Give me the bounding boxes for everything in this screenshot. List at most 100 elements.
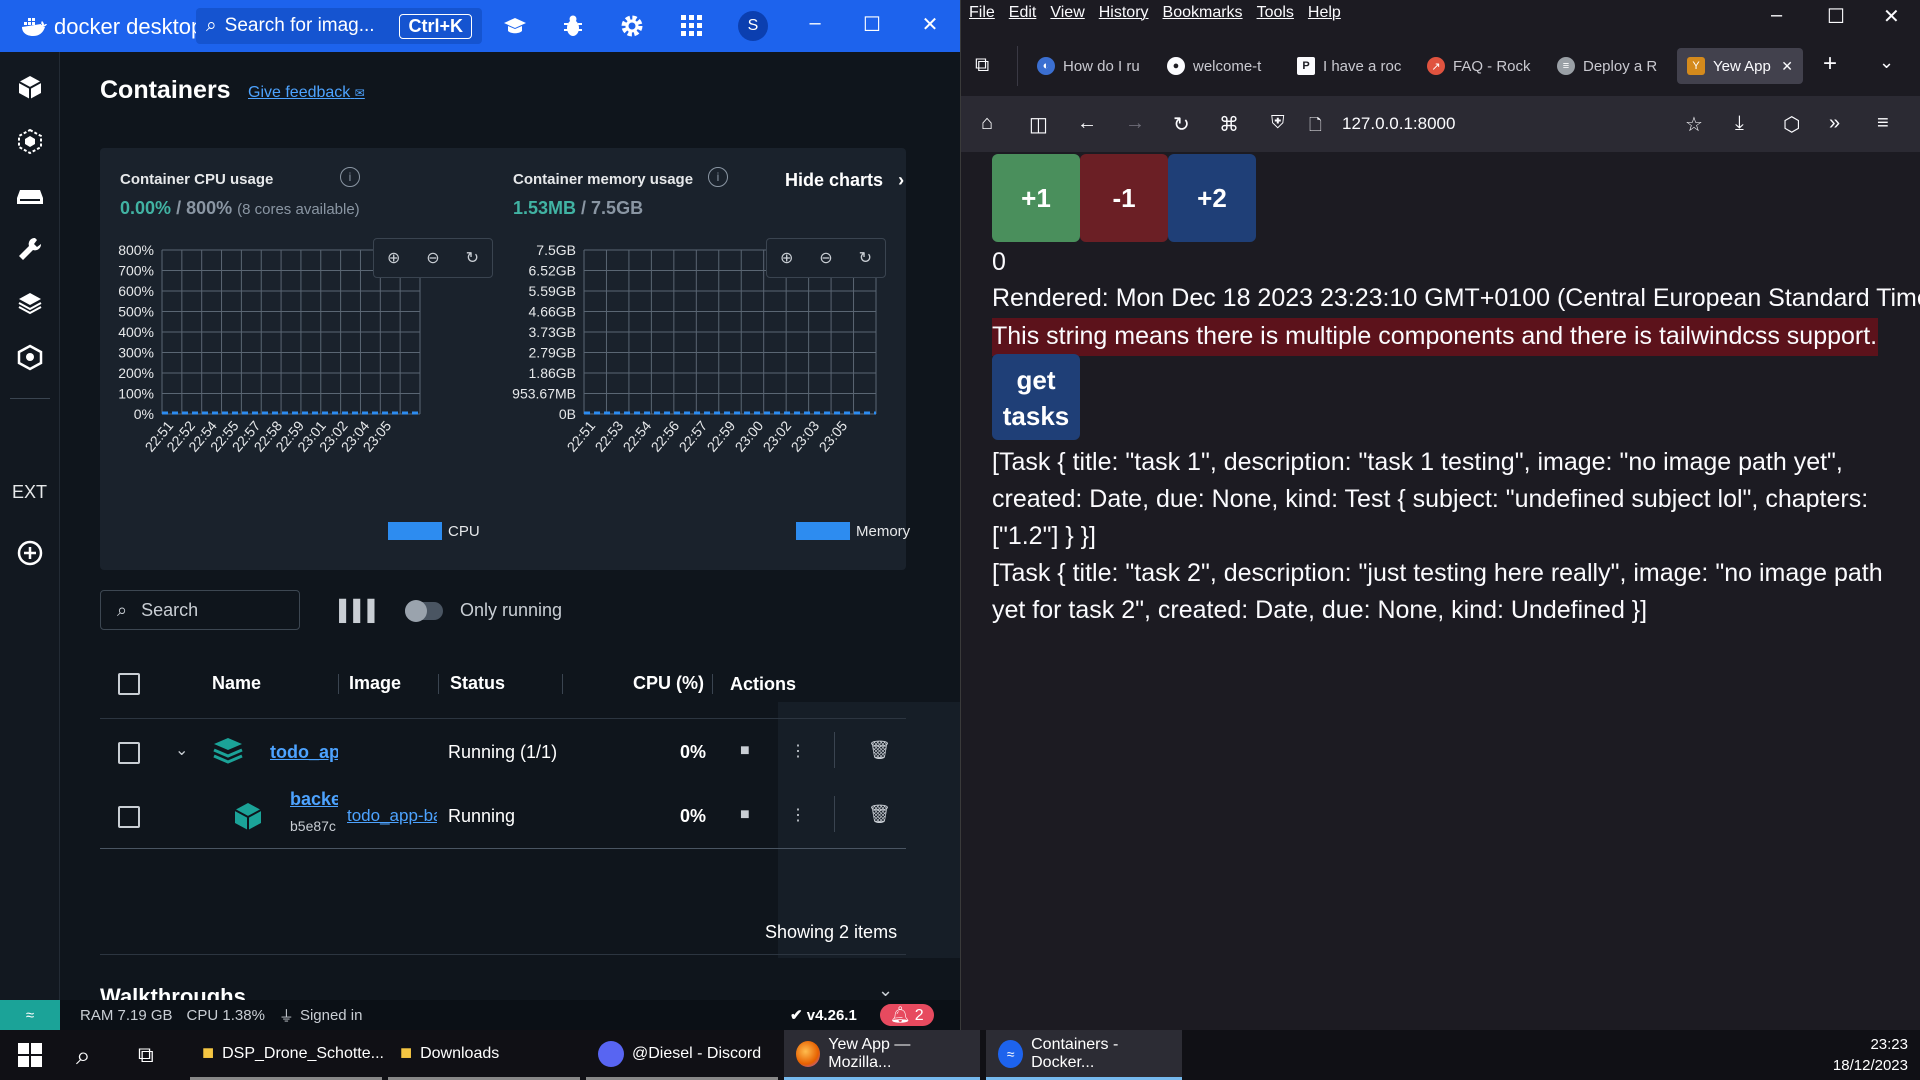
increment-2-button[interactable]: +2 — [1168, 154, 1256, 242]
sidebar-icon[interactable]: ◫ — [1029, 112, 1048, 137]
delete-trash-icon[interactable]: 🗑︎ — [868, 740, 891, 761]
columns-icon[interactable]: ▐▐▐ — [332, 600, 375, 623]
container-name-link[interactable]: backend — [290, 789, 338, 810]
extension-puzzle-icon[interactable]: ⌘ — [1219, 112, 1239, 137]
col-header-status[interactable]: Status — [450, 673, 505, 694]
zoom-in-icon[interactable]: ⊕ — [780, 248, 793, 268]
new-tab-icon[interactable]: + — [1823, 50, 1837, 78]
tab[interactable]: P I have a roc — [1287, 48, 1415, 84]
menu-help[interactable]: Help — [1308, 4, 1341, 22]
container-name-link[interactable]: todo_app — [270, 742, 338, 763]
chevron-down-icon[interactable]: ⌄ — [878, 980, 893, 1001]
row-checkbox[interactable] — [118, 806, 140, 828]
give-feedback-link[interactable]: Give feedback ✉ — [248, 84, 365, 102]
get-tasks-button[interactable]: get tasks — [992, 354, 1080, 440]
menu-view[interactable]: View — [1050, 4, 1084, 22]
menu-edit[interactable]: Edit — [1009, 4, 1037, 22]
col-header-image[interactable]: Image — [349, 673, 401, 694]
close-icon[interactable]: ✕ — [917, 12, 943, 37]
col-separator — [712, 674, 713, 694]
apps-grid-icon[interactable] — [679, 13, 705, 39]
url-bar[interactable]: 127.0.0.1:8000 — [1342, 114, 1455, 134]
overflow-chevrons-icon[interactable]: » — [1829, 112, 1840, 135]
notifications-badge[interactable]: 🔔︎ 2 — [880, 1004, 934, 1026]
tab[interactable]: ≡ Deploy a R — [1547, 48, 1675, 84]
version-label[interactable]: ✔ v4.26.1 — [790, 1006, 857, 1024]
hide-charts-button[interactable]: Hide charts › — [785, 170, 904, 191]
volumes-nav-icon[interactable] — [15, 180, 45, 210]
select-all-checkbox[interactable] — [118, 673, 140, 695]
tab[interactable]: ↗ FAQ - Rock — [1417, 48, 1545, 84]
stop-icon[interactable]: ■ — [740, 806, 750, 824]
learning-center-icon[interactable] — [502, 13, 528, 39]
tab-active[interactable]: Y Yew App ✕ — [1677, 48, 1803, 84]
maximize-icon[interactable]: ☐ — [859, 12, 885, 37]
shield-icon[interactable]: ⛨ — [1271, 112, 1285, 133]
user-avatar[interactable]: S — [738, 11, 768, 41]
col-header-name[interactable]: Name — [212, 673, 261, 694]
more-options-icon[interactable]: ⋮ — [790, 805, 806, 825]
builds-nav-icon[interactable] — [15, 288, 45, 318]
only-running-toggle[interactable] — [405, 600, 443, 622]
close-icon[interactable]: ✕ — [1883, 4, 1900, 29]
menu-history[interactable]: History — [1099, 4, 1149, 22]
minimize-icon[interactable]: – — [802, 12, 828, 35]
list-tabs-chevron-icon[interactable]: ⌄ — [1879, 52, 1894, 73]
system-clock[interactable]: 23:23 18/12/2023 — [1833, 1034, 1908, 1076]
dev-environments-wrench-icon[interactable] — [15, 234, 45, 264]
tab[interactable]: ● welcome-t — [1157, 48, 1285, 84]
taskbar-item-explorer[interactable]: ■ DSP_Drone_Schotte... — [190, 1030, 384, 1080]
row-checkbox[interactable] — [118, 742, 140, 764]
minimize-icon[interactable]: – — [1771, 4, 1782, 27]
taskbar-item-discord[interactable]: @Diesel - Discord — [586, 1030, 778, 1080]
memory-info-icon[interactable]: i — [708, 167, 728, 187]
menu-tools[interactable]: Tools — [1257, 4, 1294, 22]
hamburger-menu-icon[interactable]: ≡ — [1877, 112, 1889, 135]
add-extension-icon[interactable] — [15, 538, 45, 568]
stop-icon[interactable]: ■ — [740, 742, 750, 760]
reset-zoom-icon[interactable]: ↻ — [859, 248, 872, 268]
container-image-link[interactable]: todo_app-backend — [347, 806, 437, 826]
search-shortcut: Ctrl+K — [399, 13, 472, 39]
close-tab-icon[interactable]: ✕ — [1781, 58, 1793, 75]
windows-start-icon[interactable] — [18, 1043, 42, 1072]
reset-zoom-icon[interactable]: ↻ — [466, 248, 479, 268]
container-search-input[interactable]: ⌕ Search — [100, 590, 300, 630]
tab[interactable]: ◐ How do I ru — [1027, 48, 1155, 84]
search-icon[interactable]: ⌕ — [76, 1040, 91, 1072]
global-search[interactable]: ⌕ Search for imag... Ctrl+K — [196, 8, 482, 44]
settings-gear-icon[interactable] — [619, 13, 645, 39]
troubleshoot-bug-icon[interactable] — [560, 13, 586, 39]
more-options-icon[interactable]: ⋮ — [790, 741, 806, 761]
back-arrow-icon[interactable]: ← — [1077, 112, 1097, 135]
menu-file[interactable]: File — [969, 4, 995, 22]
zoom-out-icon[interactable]: ⊖ — [819, 248, 832, 268]
menu-bookmarks[interactable]: Bookmarks — [1163, 4, 1243, 22]
taskbar-item-downloads[interactable]: ■ Downloads — [388, 1030, 580, 1080]
extensions-label[interactable]: EXT — [12, 482, 47, 503]
zoom-out-icon[interactable]: ⊖ — [426, 248, 439, 268]
extensions-icon[interactable]: ⬡ — [1783, 112, 1800, 137]
images-nav-icon[interactable] — [15, 126, 45, 156]
chevron-down-icon[interactable]: ⌄ — [175, 740, 188, 760]
delete-trash-icon[interactable]: 🗑︎ — [868, 804, 891, 825]
zoom-in-icon[interactable]: ⊕ — [387, 248, 400, 268]
maximize-icon[interactable]: ☐ — [1827, 4, 1845, 29]
engine-status-whale-icon[interactable]: ≈ — [0, 1000, 60, 1030]
home-icon[interactable]: ⌂ — [981, 112, 993, 135]
task-view-icon[interactable]: ⧉ — [138, 1042, 154, 1068]
decrement-1-button[interactable]: -1 — [1080, 154, 1168, 242]
cpu-info-icon[interactable]: i — [340, 167, 360, 187]
bookmark-star-icon[interactable]: ☆ — [1685, 112, 1703, 137]
col-header-cpu[interactable]: CPU (%) — [633, 673, 704, 694]
container-status: Running — [448, 806, 516, 826]
taskbar-item-docker[interactable]: ≈ Containers - Docker... — [986, 1030, 1182, 1080]
taskbar-item-firefox[interactable]: Yew App — Mozilla... — [784, 1030, 980, 1080]
forward-arrow-icon[interactable]: → — [1125, 112, 1145, 135]
reload-icon[interactable]: ↻ — [1173, 112, 1190, 137]
containers-nav-icon[interactable] — [15, 72, 45, 102]
firefox-view-icon[interactable]: ⧉ — [975, 54, 989, 77]
increment-1-button[interactable]: +1 — [992, 154, 1080, 242]
downloads-icon[interactable]: ⤓ — [1735, 112, 1744, 135]
scout-nav-icon[interactable] — [15, 342, 45, 372]
